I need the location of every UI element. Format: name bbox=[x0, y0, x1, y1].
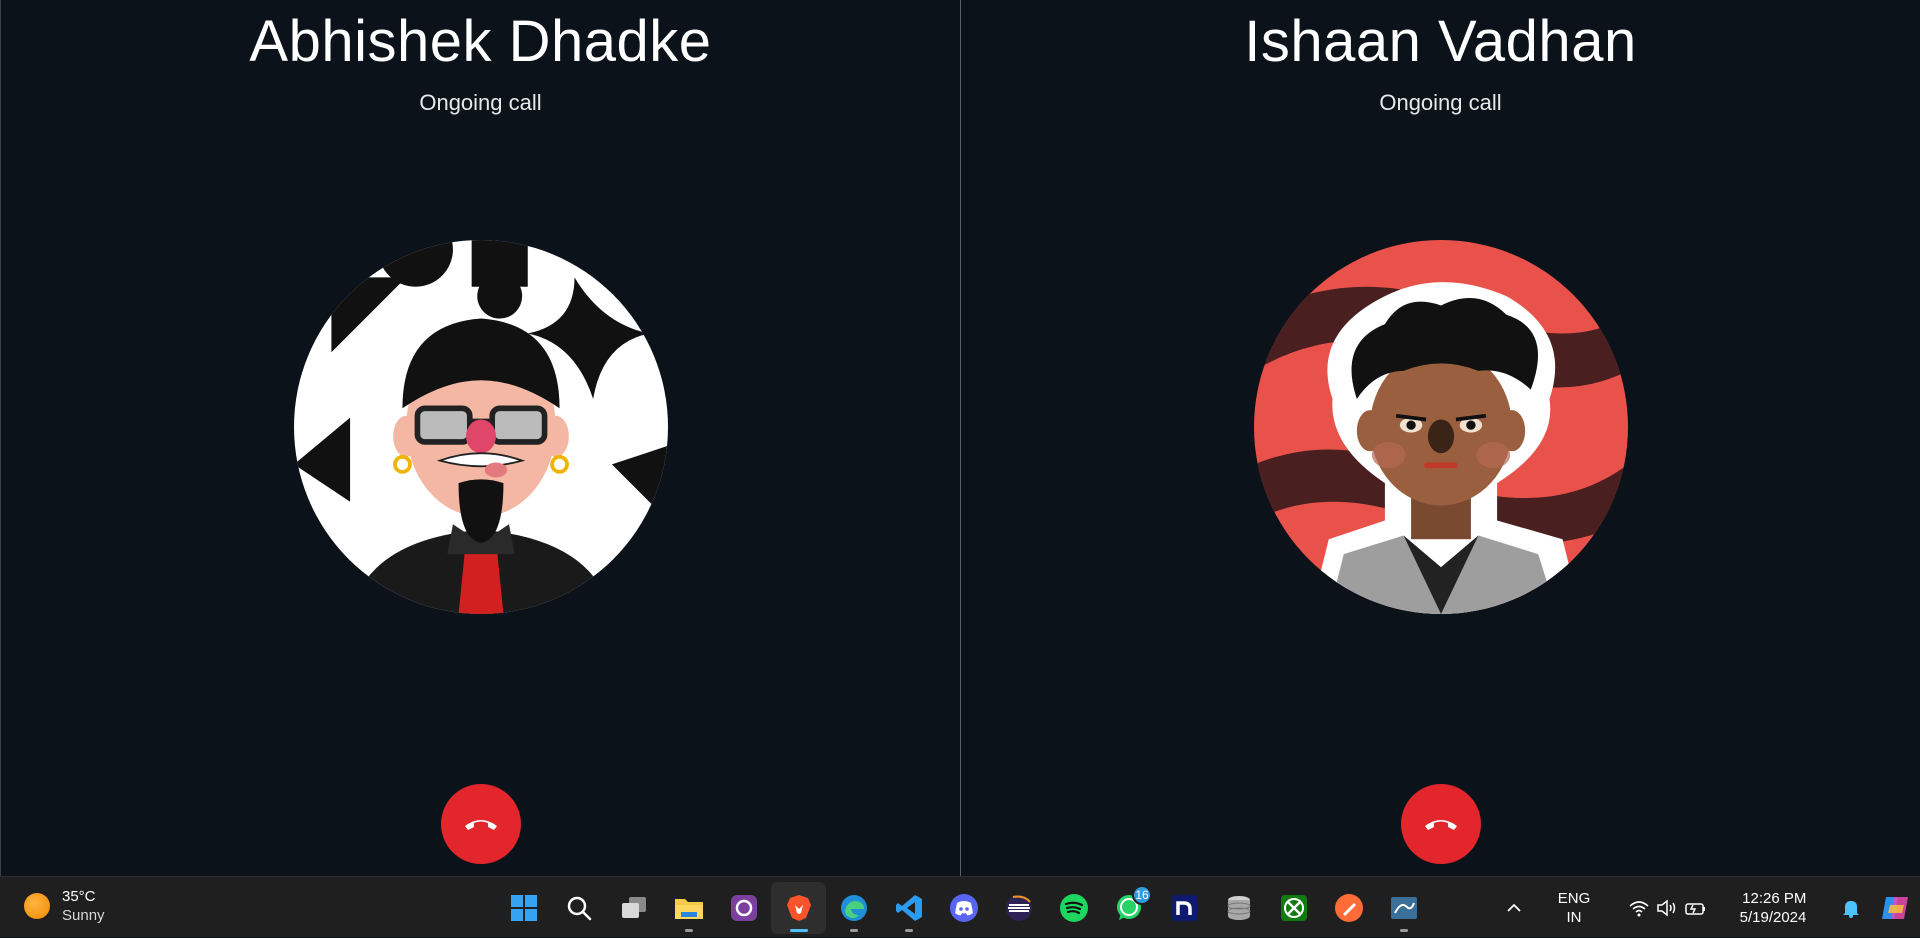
postman-icon bbox=[1334, 893, 1363, 922]
discord-icon bbox=[949, 893, 978, 922]
taskbar: 35°C Sunny 16 ENG IN 12:26 PM 5/19/2024 bbox=[0, 876, 1920, 937]
app-store-button[interactable] bbox=[716, 882, 771, 934]
show-hidden-icons-button[interactable] bbox=[1494, 903, 1534, 913]
copilot-icon bbox=[1882, 896, 1908, 919]
xbox-icon bbox=[1280, 894, 1307, 921]
system-tray: ENG IN 12:26 PM 5/19/2024 bbox=[1494, 877, 1920, 938]
brave-browser-icon bbox=[786, 894, 811, 921]
copilot-button[interactable] bbox=[1878, 893, 1912, 923]
phone-hangup-icon bbox=[1424, 820, 1457, 830]
brave-browser-button[interactable] bbox=[771, 881, 826, 934]
clock-date: 5/19/2024 bbox=[1739, 908, 1807, 926]
windows-logo-icon bbox=[510, 894, 537, 921]
hangup-button[interactable] bbox=[1400, 784, 1481, 864]
eclipse-icon bbox=[1005, 894, 1032, 921]
hangup-button[interactable] bbox=[440, 784, 521, 864]
n-app-icon bbox=[1170, 894, 1197, 921]
spotify-icon bbox=[1059, 893, 1088, 922]
caller-name: Abhishek Dhadke bbox=[249, 9, 712, 74]
app-store-icon bbox=[730, 894, 757, 921]
chevron-up-icon bbox=[1507, 903, 1521, 912]
weather-temperature: 35°C bbox=[62, 888, 96, 905]
language-indicator[interactable]: ENG IN bbox=[1544, 889, 1604, 927]
call-status: Ongoing call bbox=[1379, 90, 1502, 115]
xbox-button[interactable] bbox=[1266, 882, 1321, 934]
database-button[interactable] bbox=[1211, 882, 1266, 934]
database-icon bbox=[1227, 895, 1250, 920]
search-button[interactable] bbox=[551, 882, 606, 934]
vscode-button[interactable] bbox=[881, 882, 936, 934]
caller-avatar bbox=[293, 240, 668, 614]
edge-browser-icon bbox=[840, 894, 867, 921]
file-explorer-button[interactable] bbox=[661, 882, 716, 934]
avatar-illustration bbox=[293, 240, 668, 614]
vscode-icon bbox=[895, 894, 922, 921]
search-icon bbox=[567, 896, 591, 920]
n-app-button[interactable] bbox=[1156, 882, 1211, 934]
folder-icon bbox=[674, 898, 703, 919]
call-status: Ongoing call bbox=[419, 90, 542, 115]
weather-widget[interactable]: 35°C Sunny bbox=[24, 887, 105, 925]
discord-button[interactable] bbox=[936, 882, 991, 934]
notifications-button[interactable] bbox=[1838, 898, 1864, 918]
avatar-illustration bbox=[1253, 240, 1628, 614]
mysql-workbench-button[interactable] bbox=[1376, 882, 1431, 934]
eclipse-button[interactable] bbox=[991, 882, 1046, 934]
call-pane-right: Ishaan Vadhan Ongoing call bbox=[960, 0, 1920, 876]
task-view-icon bbox=[621, 896, 646, 918]
sun-icon bbox=[24, 893, 50, 919]
clock-time: 12:26 PM bbox=[1742, 889, 1807, 907]
whatsapp-button[interactable]: 16 bbox=[1101, 882, 1156, 934]
language-line2: IN bbox=[1566, 908, 1582, 926]
battery-icon bbox=[1685, 902, 1705, 915]
notification-badge: 16 bbox=[1132, 884, 1152, 905]
wifi-icon bbox=[1629, 900, 1649, 916]
language-line1: ENG bbox=[1557, 889, 1591, 907]
weather-condition: Sunny bbox=[62, 907, 105, 924]
call-windows: Abhishek Dhadke Ongoing call Ishaan Vadh… bbox=[0, 0, 1920, 876]
start-button[interactable] bbox=[496, 882, 551, 934]
mysql-workbench-icon bbox=[1390, 896, 1417, 919]
bell-icon bbox=[1843, 900, 1859, 918]
caller-avatar bbox=[1253, 240, 1628, 614]
clock[interactable]: 12:26 PM 5/19/2024 bbox=[1728, 889, 1818, 927]
network-volume-battery-button[interactable] bbox=[1628, 898, 1708, 917]
phone-hangup-icon bbox=[464, 820, 497, 830]
caller-name: Ishaan Vadhan bbox=[1244, 9, 1637, 74]
postman-button[interactable] bbox=[1321, 882, 1376, 934]
taskbar-apps: 16 bbox=[496, 877, 1431, 938]
volume-icon bbox=[1657, 898, 1676, 917]
spotify-button[interactable] bbox=[1046, 882, 1101, 934]
task-view-button[interactable] bbox=[606, 882, 661, 934]
call-pane-left: Abhishek Dhadke Ongoing call bbox=[0, 0, 960, 876]
edge-browser-button[interactable] bbox=[826, 882, 881, 934]
